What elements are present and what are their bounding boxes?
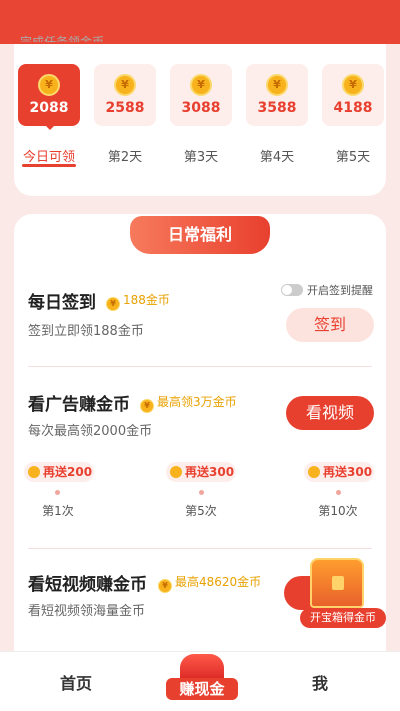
toggle-switch-icon[interactable] xyxy=(281,284,303,296)
day-label: 第5天 xyxy=(335,150,371,165)
checkin-card: ¥ 2088 ¥ 2588 ¥ 3088 ¥ 3588 ¥ 4188 今日可领 … xyxy=(14,44,386,196)
day-label: 第4天 xyxy=(259,150,295,165)
coin-icon xyxy=(170,466,182,478)
bonus-times-1: 第1次 xyxy=(42,504,74,518)
bonus-text: 再送300 xyxy=(185,465,235,479)
bonus-badge-2: 再送300 xyxy=(166,462,236,482)
watch-video-button[interactable]: 看视频 xyxy=(286,396,374,430)
divider xyxy=(28,366,372,367)
day-label-2: 第2天 xyxy=(94,64,156,174)
bonus-badge-1: 再送200 xyxy=(24,462,94,482)
bottom-nav: 首页 赚现金 我 xyxy=(0,651,400,711)
nav-me[interactable]: 我 xyxy=(312,670,328,694)
progress-dot xyxy=(199,490,204,495)
signin-button[interactable]: 签到 xyxy=(286,308,374,342)
daily-welfare-card: 日常福利 每日签到 ¥188金币 签到立即领188金币 开启签到提醒 签到 看广… xyxy=(14,214,386,674)
day-label-3: 第3天 xyxy=(170,64,232,174)
coin-icon xyxy=(28,466,40,478)
nav-home[interactable]: 首页 xyxy=(60,670,92,694)
treasure-chest-icon[interactable] xyxy=(310,558,364,608)
video-sub: 看短视频领海量金币 xyxy=(28,604,146,619)
video-title: 看短视频赚金币 xyxy=(28,575,147,595)
coin-icon: ¥ xyxy=(158,579,172,593)
signin-sub: 签到立即领188金币 xyxy=(28,324,144,339)
ads-tag: ¥ 最高领3万金币 xyxy=(140,394,237,413)
divider xyxy=(28,548,372,549)
chest-lock-icon xyxy=(332,576,344,590)
day-label-5: 第5天 xyxy=(322,64,384,174)
day-label-4: 第4天 xyxy=(246,64,308,174)
ads-tag-text: 最高领3万金币 xyxy=(157,395,237,409)
toggle-label: 开启签到提醒 xyxy=(307,284,373,297)
coin-icon xyxy=(308,466,320,478)
signin-reminder-toggle[interactable]: 开启签到提醒 xyxy=(281,282,373,298)
header-partial-text: 完成任务领金币 xyxy=(20,35,105,42)
video-tag: ¥ 最高48620金币 xyxy=(158,574,261,593)
coin-icon: ¥ xyxy=(140,399,154,413)
signin-title: 每日签到 xyxy=(28,293,96,313)
ads-title: 看广告赚金币 xyxy=(28,395,130,415)
signin-tag-text: 188金币 xyxy=(123,293,170,307)
progress-dot xyxy=(55,490,60,495)
bonus-text: 再送300 xyxy=(323,465,373,479)
day-label-1: 今日可领 xyxy=(18,64,80,174)
day-label: 第2天 xyxy=(107,150,143,165)
signin-tag: ¥188金币 xyxy=(106,292,170,311)
video-tag-text: 最高48620金币 xyxy=(175,575,262,589)
bonus-times-3: 第10次 xyxy=(318,504,358,518)
day-label: 今日可领 xyxy=(22,150,75,165)
bonus-badge-3: 再送300 xyxy=(304,462,374,482)
bonus-text: 再送200 xyxy=(43,465,93,479)
progress-dot xyxy=(336,490,341,495)
day-underline xyxy=(22,164,76,167)
nav-earn-cash[interactable]: 赚现金 xyxy=(166,652,238,704)
coin-icon: ¥ xyxy=(106,297,120,311)
ads-sub: 每次最高领2000金币 xyxy=(28,424,153,439)
section-title: 日常福利 xyxy=(130,216,270,254)
chest-label[interactable]: 开宝箱得金币 xyxy=(300,608,386,628)
day-label: 第3天 xyxy=(183,150,219,165)
bonus-times-2: 第5次 xyxy=(185,504,217,518)
nav-earn-cash-label: 赚现金 xyxy=(166,678,238,700)
